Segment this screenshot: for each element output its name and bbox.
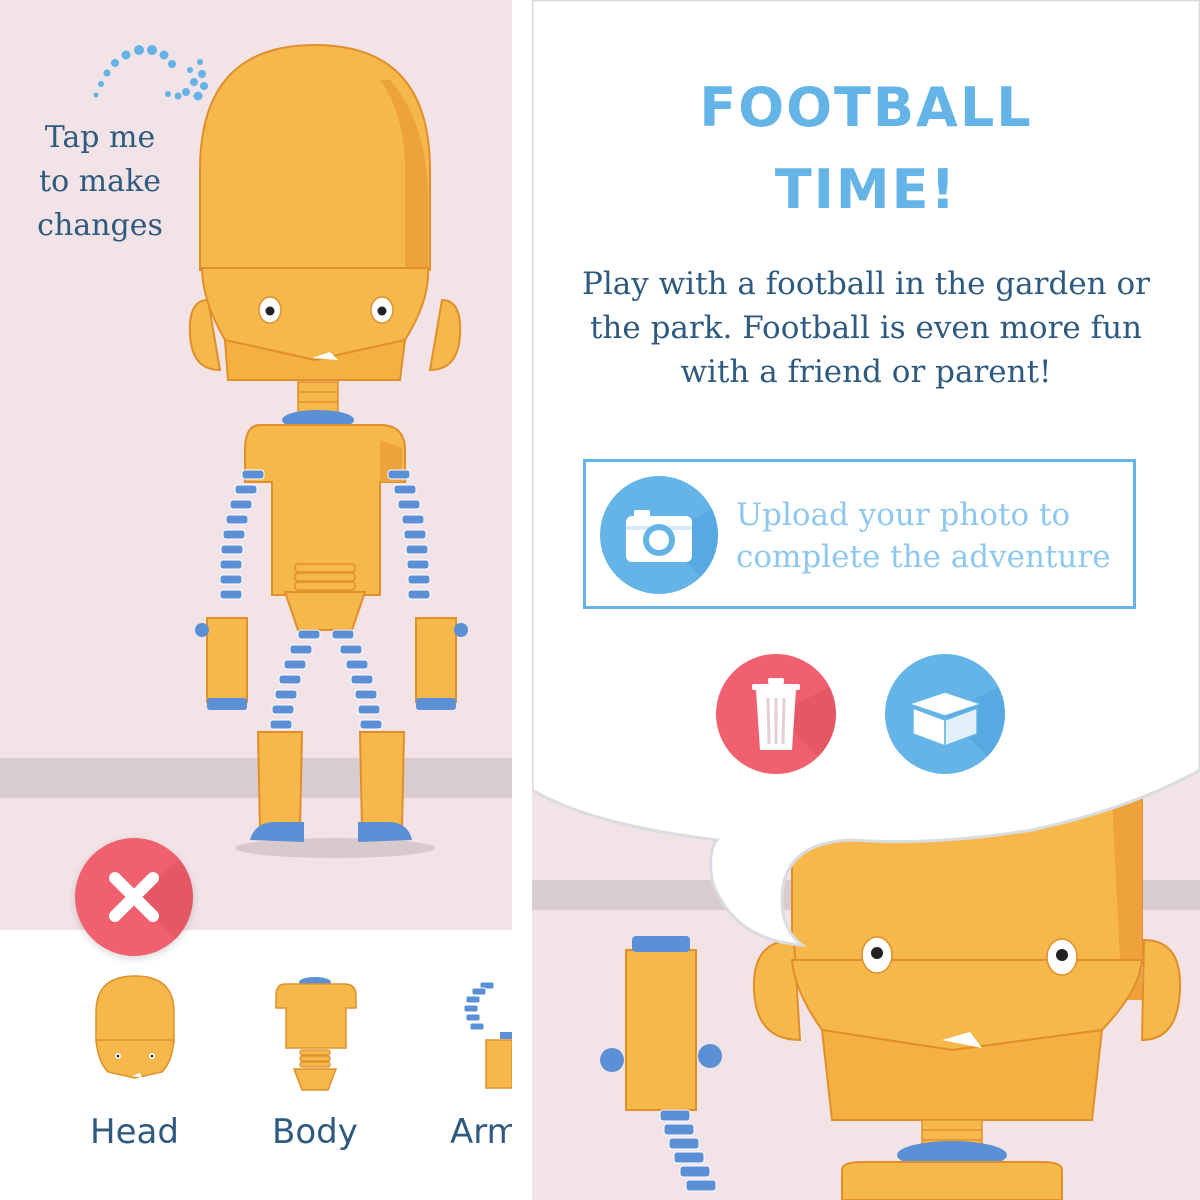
robot-builder-panel: Tap me to make changes Head Body Arm bbox=[0, 0, 512, 1200]
parts-tray bbox=[0, 930, 512, 1200]
tray-label-body: Body bbox=[272, 1112, 358, 1152]
box-icon bbox=[906, 684, 1005, 774]
camera-button[interactable] bbox=[600, 476, 718, 594]
head-part-thumbnail[interactable] bbox=[90, 972, 180, 1092]
tray-label-head: Head bbox=[90, 1112, 179, 1152]
camera-icon bbox=[626, 506, 718, 594]
activity-title-line-2: TIME! bbox=[774, 158, 958, 221]
tap-hint: Tap me to make changes bbox=[37, 120, 163, 243]
body-part-thumbnail[interactable] bbox=[270, 972, 360, 1102]
upload-prompt: Upload your photo to complete the advent… bbox=[736, 497, 1111, 575]
trash-icon bbox=[752, 678, 836, 774]
activity-title-line-1: FOOTBALL bbox=[699, 76, 1033, 139]
upload-photo-button[interactable]: Upload your photo to complete the advent… bbox=[583, 459, 1136, 609]
close-button[interactable] bbox=[75, 838, 193, 956]
delete-button[interactable] bbox=[716, 654, 836, 774]
robot-character[interactable] bbox=[180, 40, 500, 860]
save-box-button[interactable] bbox=[885, 654, 1005, 774]
activity-description: Play with a football in the garden or th… bbox=[582, 266, 1150, 390]
close-icon bbox=[109, 847, 193, 956]
arms-part-thumbnail[interactable] bbox=[460, 980, 512, 1090]
tray-label-arms: Arms bbox=[450, 1112, 512, 1152]
